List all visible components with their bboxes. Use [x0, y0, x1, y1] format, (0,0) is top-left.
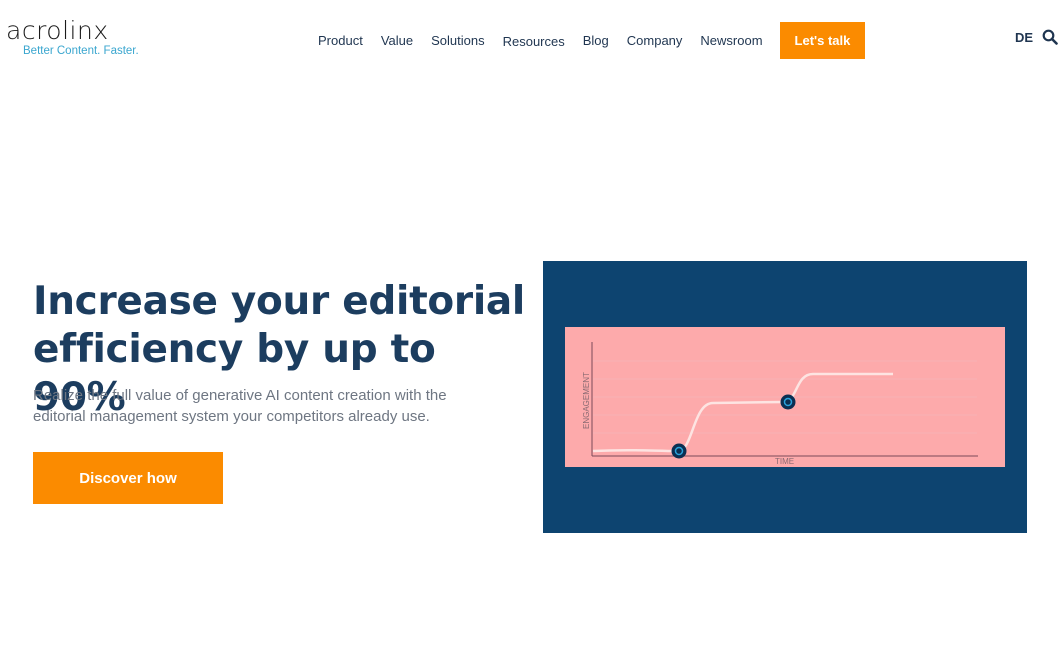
logo[interactable]: acrolinx Better Content. Faster.: [6, 18, 139, 58]
logo-tagline: Better Content. Faster.: [23, 45, 139, 57]
lets-talk-button[interactable]: Let's talk: [779, 22, 866, 59]
nav-company[interactable]: Company: [627, 33, 683, 48]
hero-subtitle: Realize the full value of generative AI …: [33, 387, 447, 425]
hero-illustration: ENGAGEMENT TIME: [543, 261, 1027, 533]
discover-how-button[interactable]: Discover how: [33, 452, 223, 504]
nav-blog[interactable]: Blog: [583, 33, 609, 48]
logo-wordmark: acrolinx: [6, 16, 109, 45]
nav-product[interactable]: Product: [318, 33, 363, 48]
y-axis-label: ENGAGEMENT: [582, 372, 591, 429]
language-switch[interactable]: DE: [1015, 30, 1033, 45]
nav-value[interactable]: Value: [381, 33, 413, 48]
nav-newsroom[interactable]: Newsroom: [700, 33, 762, 48]
nav-resources[interactable]: Resources: [503, 34, 565, 49]
x-axis-label: TIME: [775, 457, 794, 466]
nav-solutions[interactable]: Solutions: [431, 33, 484, 48]
search-icon[interactable]: [1042, 29, 1058, 45]
main-nav: Product Value Solutions Resources Blog C…: [318, 22, 866, 59]
